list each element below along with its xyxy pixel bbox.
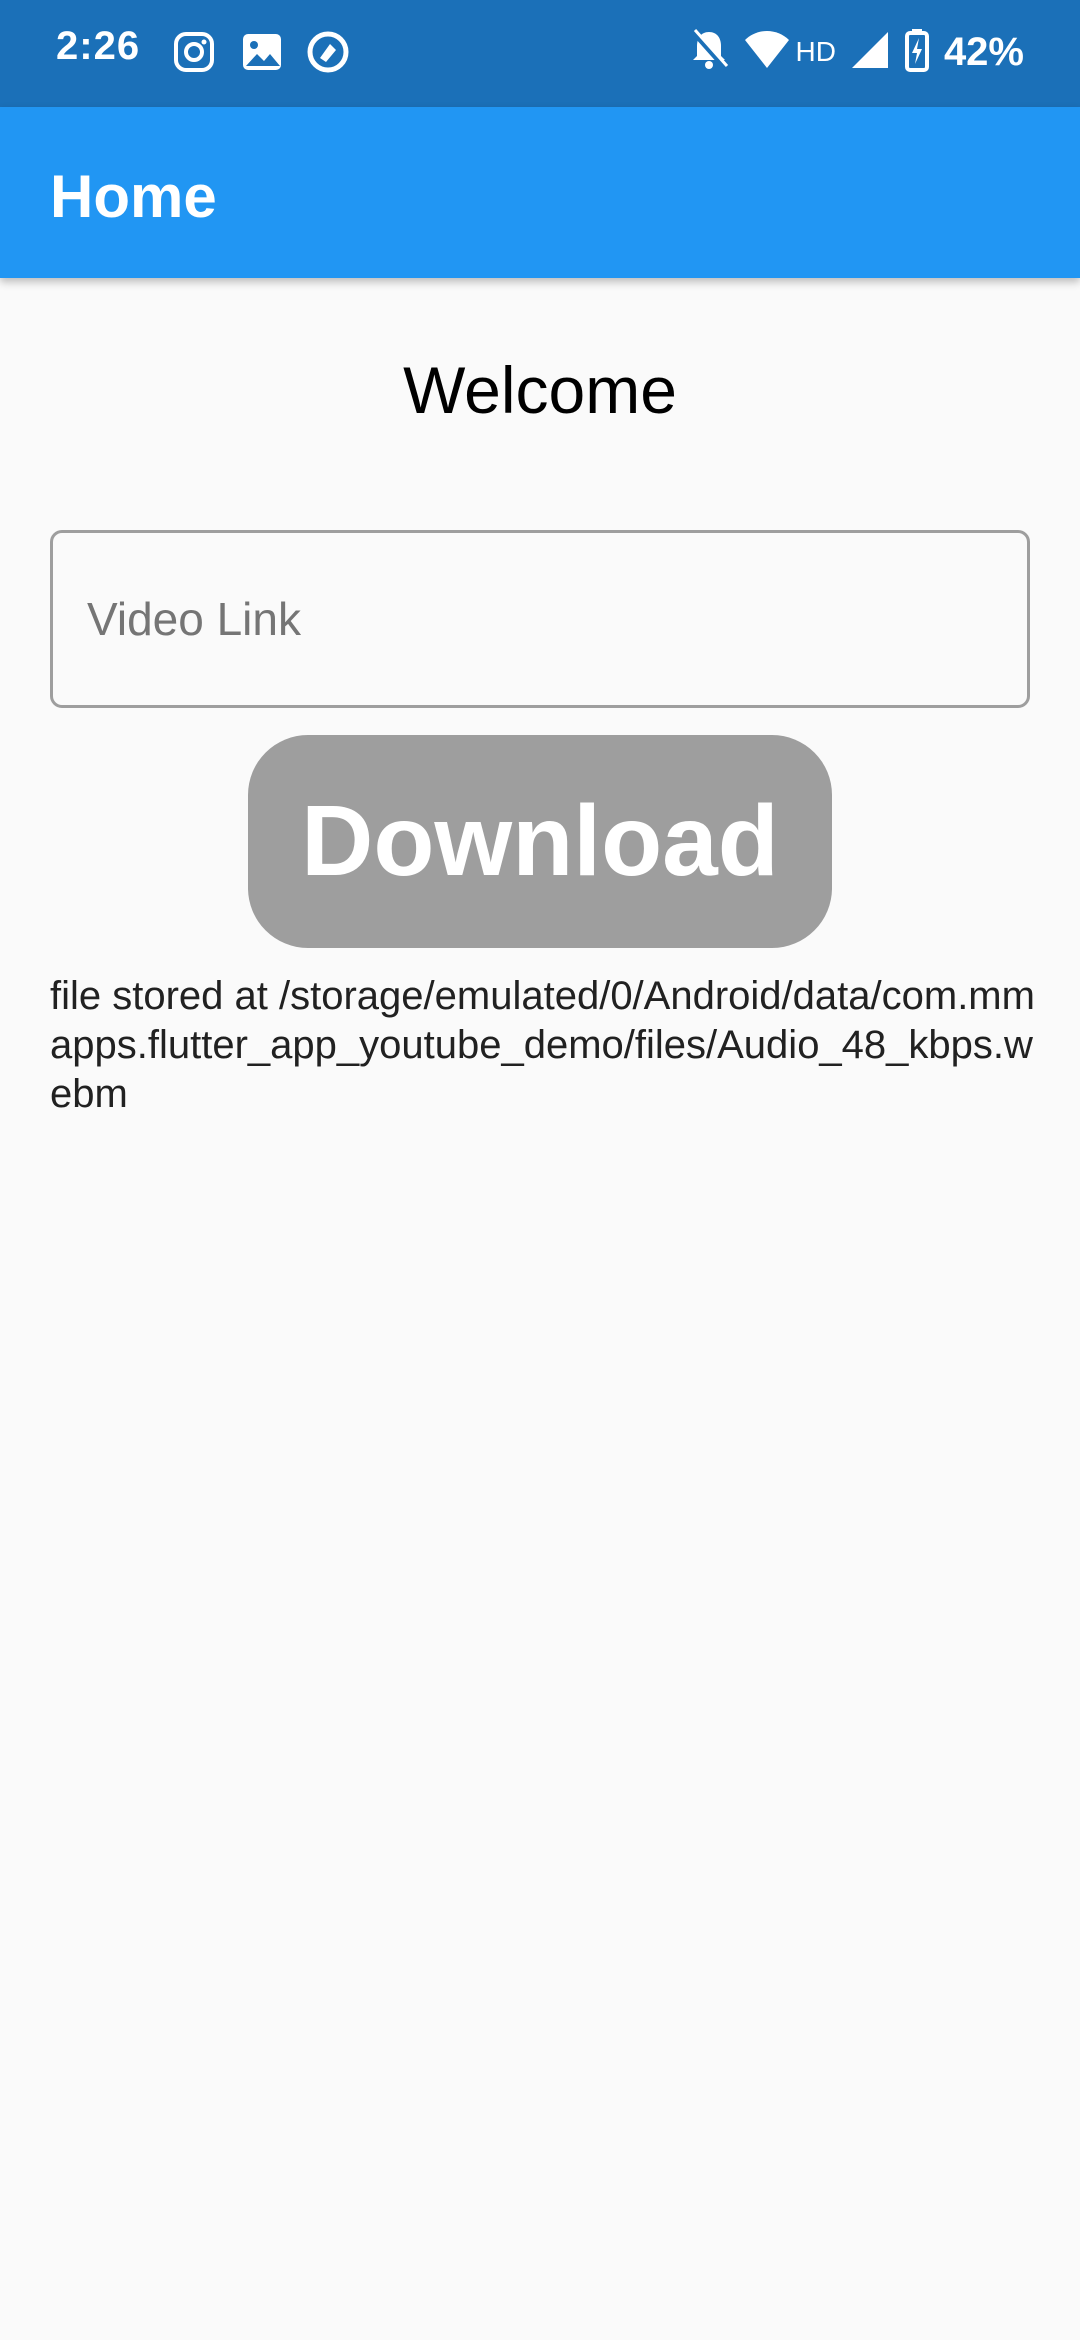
bell-off-icon <box>689 28 729 77</box>
network-type: HD <box>795 36 836 67</box>
battery-charging-icon <box>904 28 930 77</box>
gallery-icon <box>240 30 284 74</box>
signal-icon <box>850 30 890 75</box>
file-stored-message: file stored at /storage/emulated/0/Andro… <box>50 974 1035 1116</box>
app-icon <box>306 30 350 74</box>
wifi-icon <box>743 30 791 75</box>
app-bar: Home <box>0 107 1080 278</box>
status-time: 2:26 <box>56 24 141 68</box>
welcome-heading: Welcome <box>403 353 677 427</box>
app-title: Home <box>50 163 217 230</box>
status-right-group: HD 42% <box>689 24 1024 80</box>
instagram-icon <box>172 30 216 74</box>
battery-percent: 42% <box>943 29 1024 74</box>
video-link-input[interactable] <box>50 530 1030 708</box>
download-button[interactable]: Download <box>248 735 832 948</box>
status-bar: 2:26 HD 42% <box>0 0 1080 107</box>
